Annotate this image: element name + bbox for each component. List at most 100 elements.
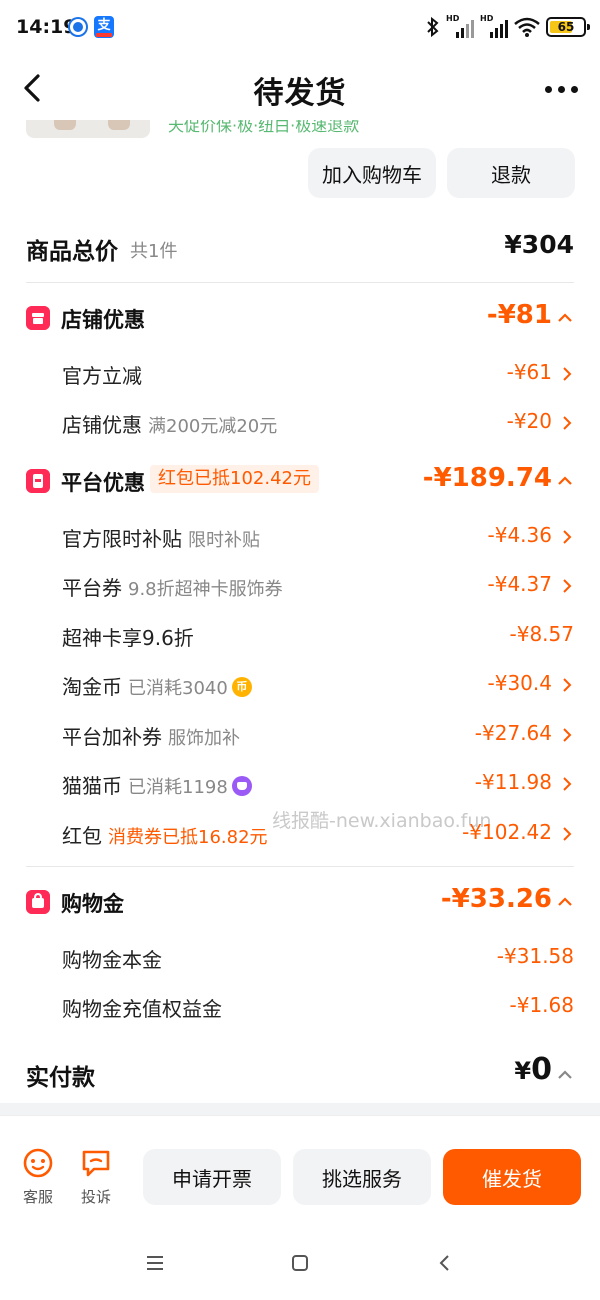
row-label: 官方立减 bbox=[62, 364, 142, 388]
goods-total-label: 商品总价 bbox=[26, 239, 118, 265]
shopping-gold-title: 购物金 bbox=[61, 892, 124, 916]
bottom-action-bar: 客服 投诉 申请开票 挑选服务 催发货 bbox=[0, 1115, 600, 1230]
discount-row-official-cut[interactable]: 官方立减 -¥61 bbox=[62, 356, 574, 392]
system-navigation-bar bbox=[0, 1230, 600, 1300]
chevron-right-icon bbox=[563, 678, 572, 692]
customer-service-button[interactable]: 客服 bbox=[18, 1148, 58, 1207]
row-label: 购物金充值权益金 bbox=[62, 997, 222, 1021]
chevron-right-icon bbox=[563, 416, 572, 430]
row-sublabel: 服饰加补 bbox=[168, 728, 240, 749]
page-title: 待发货 bbox=[253, 76, 347, 111]
divider bbox=[26, 282, 574, 283]
row-label: 淘金币 已消耗3040 bbox=[62, 671, 252, 700]
row-amount: -¥4.36 bbox=[487, 523, 552, 547]
battery-icon: 65 bbox=[546, 17, 590, 37]
row-sublabel: 已消耗3040 bbox=[128, 678, 228, 699]
system-back-icon[interactable] bbox=[438, 1254, 450, 1272]
discount-row-cat-coin[interactable]: 猫猫币 已消耗1198 -¥11.98 bbox=[62, 766, 574, 802]
home-icon[interactable] bbox=[292, 1255, 308, 1271]
bluetooth-icon bbox=[427, 16, 439, 38]
add-to-cart-button[interactable]: 加入购物车 bbox=[308, 148, 436, 198]
row-sublabel: 满200元减20元 bbox=[148, 416, 278, 437]
gold-coin-icon bbox=[231, 677, 252, 697]
row-amount: -¥4.37 bbox=[487, 572, 552, 596]
row-amount: -¥11.98 bbox=[474, 770, 552, 794]
red-packet-tag: 红包已抵102.42元 bbox=[150, 465, 319, 493]
row-sublabel: 消费券已抵16.82元 bbox=[108, 827, 268, 848]
discount-row-taojinbi[interactable]: 淘金币已消耗3040 -¥30.4 bbox=[62, 667, 574, 703]
row-amount: -¥1.68 bbox=[509, 993, 574, 1017]
chevron-up-icon[interactable] bbox=[558, 1068, 572, 1082]
notification-app-icon bbox=[70, 19, 86, 35]
more-options-icon[interactable] bbox=[545, 86, 578, 93]
section-gap bbox=[0, 1103, 600, 1115]
row-sublabel: 已消耗1198 bbox=[128, 777, 228, 798]
row-label: 店铺优惠 满200元减20元 bbox=[62, 413, 278, 437]
discount-row-super-card: 超神卡享9.6折 -¥8.57 bbox=[62, 618, 574, 654]
goods-total-value: ¥304 bbox=[504, 230, 574, 259]
discount-row-platform-bonus-coupon[interactable]: 平台加补券 服饰加补 -¥27.64 bbox=[62, 717, 574, 753]
shopping-gold-principal-row: 购物金本金 -¥31.58 bbox=[62, 940, 574, 976]
chevron-right-icon bbox=[563, 777, 572, 791]
chevron-right-icon bbox=[563, 579, 572, 593]
shopping-gold-amount: -¥33.26 bbox=[440, 884, 552, 914]
status-bar: 14:19 支 HD HD 65 bbox=[0, 0, 600, 56]
row-amount: -¥27.64 bbox=[474, 721, 552, 745]
status-icons: HD HD 65 bbox=[426, 14, 590, 38]
row-label: 购物金本金 bbox=[62, 948, 162, 972]
store-discount-title: 店铺优惠 bbox=[61, 308, 145, 332]
battery-level: 65 bbox=[557, 20, 575, 34]
discount-row-store-coupon[interactable]: 店铺优惠 满200元减20元 -¥20 bbox=[62, 405, 574, 441]
shopping-gold-bonus-row: 购物金充值权益金 -¥1.68 bbox=[62, 989, 574, 1025]
actual-payment-value: ¥0 bbox=[514, 1052, 552, 1087]
store-discount-amount: -¥81 bbox=[486, 300, 552, 330]
red-packet-icon bbox=[26, 469, 50, 493]
row-label: 官方限时补贴 限时补贴 bbox=[62, 527, 260, 551]
refund-button[interactable]: 退款 bbox=[447, 148, 575, 198]
recent-apps-icon[interactable] bbox=[147, 1256, 163, 1270]
apply-invoice-button[interactable]: 申请开票 bbox=[143, 1149, 281, 1205]
customer-service-icon bbox=[23, 1148, 53, 1178]
chevron-up-icon[interactable] bbox=[558, 474, 572, 488]
chevron-right-icon bbox=[563, 530, 572, 544]
actual-payment-label: 实付款 bbox=[26, 1065, 95, 1091]
row-label: 平台券 9.8折超神卡服饰券 bbox=[62, 576, 283, 600]
actual-payment-row[interactable]: 实付款 ¥0 bbox=[26, 1052, 574, 1096]
row-sublabel: 限时补贴 bbox=[188, 530, 260, 551]
divider bbox=[26, 866, 574, 867]
row-amount: -¥102.42 bbox=[462, 820, 552, 844]
platform-discount-amount: -¥189.74 bbox=[422, 463, 552, 493]
row-label: 平台加补券 服饰加补 bbox=[62, 725, 240, 749]
signal-1-icon: HD bbox=[446, 14, 474, 38]
discount-row-red-packet[interactable]: 红包 消费券已抵16.82元 -¥102.42 bbox=[62, 816, 574, 852]
complain-label: 投诉 bbox=[80, 1188, 111, 1206]
store-icon bbox=[26, 306, 50, 330]
chevron-up-icon[interactable] bbox=[558, 895, 572, 909]
discount-row-official-subsidy[interactable]: 官方限时补贴 限时补贴 -¥4.36 bbox=[62, 519, 574, 555]
pick-service-button[interactable]: 挑选服务 bbox=[293, 1149, 431, 1205]
row-amount: -¥20 bbox=[506, 409, 552, 433]
chevron-right-icon bbox=[563, 827, 572, 841]
row-label: 红包 消费券已抵16.82元 bbox=[62, 824, 268, 848]
discount-row-platform-coupon[interactable]: 平台券 9.8折超神卡服饰券 -¥4.37 bbox=[62, 568, 574, 604]
platform-discount-header[interactable]: 平台优惠 红包已抵102.42元 -¥189.74 bbox=[26, 463, 574, 503]
row-sublabel: 9.8折超神卡服饰券 bbox=[128, 579, 283, 600]
chevron-up-icon[interactable] bbox=[558, 311, 572, 325]
goods-total-row: 商品总价 共1件 ¥304 bbox=[26, 228, 574, 268]
goods-count: 共1件 bbox=[130, 241, 178, 262]
store-discount-header[interactable]: 店铺优惠 -¥81 bbox=[26, 300, 574, 340]
complain-button[interactable]: 投诉 bbox=[76, 1148, 116, 1207]
shopping-gold-header[interactable]: 购物金 -¥33.26 bbox=[26, 884, 574, 924]
signal-2-icon: HD bbox=[480, 14, 508, 38]
chevron-right-icon bbox=[563, 728, 572, 742]
row-label: 猫猫币 已消耗1198 bbox=[62, 770, 252, 799]
urge-shipping-button[interactable]: 催发货 bbox=[443, 1149, 581, 1205]
cat-coin-icon bbox=[231, 776, 252, 796]
row-amount: -¥31.58 bbox=[496, 944, 574, 968]
customer-service-label: 客服 bbox=[22, 1188, 53, 1206]
complain-icon bbox=[82, 1150, 110, 1177]
alipay-app-icon: 支 bbox=[94, 16, 114, 38]
wifi-icon bbox=[514, 17, 540, 37]
nav-bar: 待发货 bbox=[0, 56, 600, 120]
row-amount: -¥61 bbox=[506, 360, 552, 384]
